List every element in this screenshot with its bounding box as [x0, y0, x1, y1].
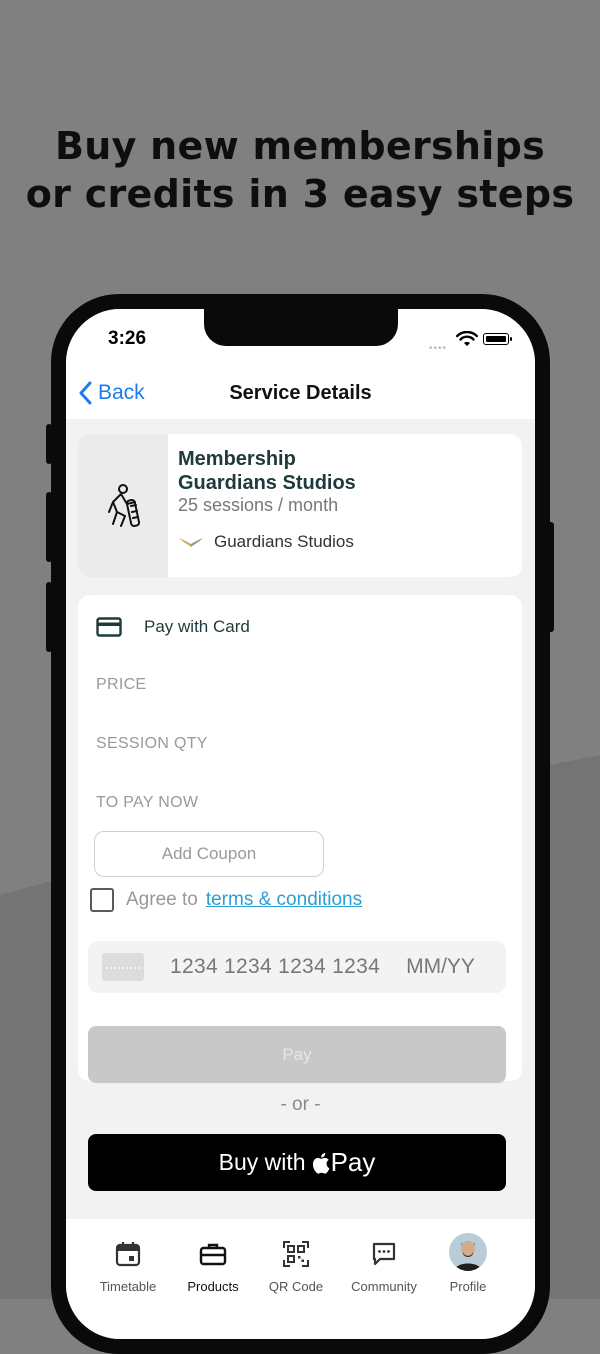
apple-pay-button[interactable]: Buy with Pay: [88, 1134, 506, 1191]
service-name: Membership Guardians Studios: [178, 447, 508, 495]
tab-label: Products: [187, 1279, 239, 1294]
pay-method-row[interactable]: Pay with Card: [96, 617, 250, 637]
terms-link[interactable]: terms & conditions: [206, 889, 362, 911]
avatar: [449, 1233, 487, 1271]
pay-button[interactable]: Pay: [88, 1026, 506, 1083]
headline-line-1: Buy new memberships: [54, 124, 546, 168]
card-placeholder-icon: [102, 953, 144, 981]
page-title: Service Details: [229, 382, 372, 404]
service-name-line-2: Guardians Studios: [178, 472, 356, 494]
tab-profile[interactable]: Profile: [421, 1219, 515, 1294]
card-input-field[interactable]: 1234 1234 1234 1234 MM/YY: [88, 941, 506, 993]
or-separator: - or -: [280, 1094, 321, 1115]
studio-logo-icon: [179, 538, 203, 547]
service-card[interactable]: Membership Guardians Studios 25 sessions…: [78, 434, 522, 577]
tab-label: Community: [351, 1279, 417, 1294]
service-name-line-1: Membership: [178, 448, 296, 470]
chat-icon: [372, 1242, 396, 1266]
tab-products[interactable]: Products: [166, 1219, 260, 1294]
price-label: PRICE: [96, 676, 147, 693]
service-studio: Guardians Studios: [178, 532, 354, 552]
tab-community[interactable]: Community: [337, 1219, 431, 1294]
tab-timetable[interactable]: Timetable: [81, 1219, 175, 1294]
navigation-bar: Back Service Details: [66, 369, 535, 419]
tab-bar: Timetable Products QR Code Community Pro…: [66, 1219, 535, 1339]
headline-line-2: or credits in 3 easy steps: [25, 172, 575, 216]
service-thumbnail: [78, 434, 168, 577]
apple-pay-word: Pay: [330, 1147, 376, 1177]
tab-label: Profile: [449, 1279, 487, 1294]
coupon-button[interactable]: Add Coupon: [94, 831, 324, 877]
apple-logo-icon: [312, 1152, 329, 1174]
apple-pay-prefix: Buy with: [218, 1149, 306, 1175]
phone-screen: 3:26 •••• Back Service Details Membershi…: [66, 309, 535, 1339]
service-sessions: 25 sessions / month: [178, 495, 339, 515]
pay-method-label: Pay with Card: [144, 617, 250, 636]
card-expiry-input[interactable]: MM/YY: [406, 955, 475, 979]
profile-photo-icon: [449, 1233, 487, 1271]
headline: Buy new memberships or credits in 3 easy…: [0, 122, 600, 218]
qr-code-icon: [283, 1241, 309, 1267]
card-number-input[interactable]: 1234 1234 1234 1234: [170, 955, 380, 979]
terms-checkbox[interactable]: [90, 888, 114, 912]
terms-agreement: Agree to terms & conditions: [90, 888, 362, 912]
phone-frame: 3:26 •••• Back Service Details Membershi…: [51, 294, 550, 1354]
wifi-icon: [456, 331, 478, 346]
tab-qr-code[interactable]: QR Code: [249, 1219, 343, 1294]
studio-name: Guardians Studios: [214, 532, 354, 551]
briefcase-icon: [199, 1243, 227, 1266]
trainer-pushing-icon: [108, 483, 141, 527]
to-pay-now-label: TO PAY NOW: [96, 794, 199, 811]
credit-card-icon: [96, 617, 122, 637]
agree-text: Agree to: [126, 889, 198, 910]
payment-card: Pay with Card PRICE SESSION QTY TO PAY N…: [78, 595, 522, 1083]
session-qty-label: SESSION QTY: [96, 735, 208, 752]
signal-icon: ••••: [429, 343, 448, 354]
battery-icon: [483, 333, 512, 345]
tab-label: QR Code: [268, 1279, 324, 1294]
status-time: 3:26: [108, 328, 147, 349]
tab-label: Timetable: [99, 1279, 157, 1294]
phone-notch: [204, 309, 398, 346]
calendar-icon: [115, 1242, 141, 1267]
